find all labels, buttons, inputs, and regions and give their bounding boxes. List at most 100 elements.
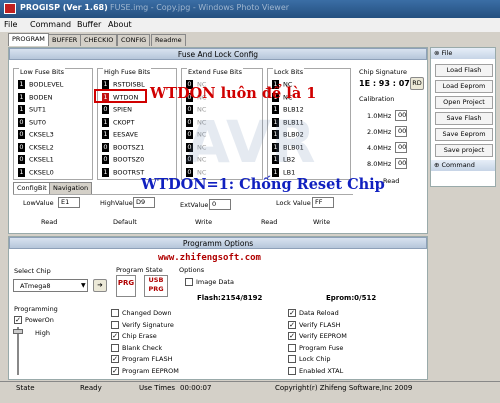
- write-lock-button[interactable]: Write: [313, 218, 330, 226]
- command-pane-header[interactable]: ⊕ Command: [431, 160, 495, 171]
- high-fuse-bit[interactable]: 1 BOOTRST: [102, 167, 144, 178]
- fuse-bit-label: CKSEL1: [29, 155, 54, 164]
- option-label: Program FLASH: [122, 355, 173, 363]
- low-fuse-bit[interactable]: 1 BODEN: [18, 92, 52, 103]
- power-slider-track[interactable]: [17, 327, 19, 375]
- low-fuse-bit[interactable]: 1 CKSEL0: [18, 167, 54, 178]
- option-checkbox[interactable]: Blank Check: [111, 343, 162, 354]
- option-checkbox[interactable]: Program Fuse: [288, 343, 343, 354]
- option-checkbox[interactable]: Changed Down: [111, 309, 172, 319]
- read-fuse-button[interactable]: Read: [41, 218, 57, 226]
- low-value-field[interactable]: E1: [58, 197, 80, 208]
- file-pane-title: File: [441, 49, 453, 57]
- tab-program[interactable]: PROGRAM: [8, 33, 49, 46]
- checkmark-icon[interactable]: ✓: [288, 309, 296, 317]
- chip-signature-label: Chip Signature: [359, 68, 408, 76]
- fuse-bit-value[interactable]: 1: [18, 167, 25, 177]
- high-value-field[interactable]: D9: [133, 197, 155, 208]
- app-icon: [4, 3, 16, 14]
- high-fuse-bit[interactable]: 0 BOOTSZ1: [102, 142, 144, 153]
- high-fuse-bit[interactable]: 0 BOOTSZ0: [102, 155, 144, 165]
- option-checkbox[interactable]: ✓ Verify EEPROM: [288, 332, 347, 342]
- power-on-checkbox[interactable]: ✓ PowerOn: [14, 316, 54, 326]
- checkbox-box[interactable]: [288, 366, 296, 375]
- fuse-bit-value[interactable]: 0: [102, 142, 109, 152]
- low-fuse-bit[interactable]: 0 CKSEL1: [18, 155, 54, 165]
- fuse-bit-value[interactable]: 0: [102, 105, 109, 114]
- save-project-button[interactable]: Save project: [435, 144, 493, 157]
- power-slider-thumb[interactable]: [13, 329, 23, 334]
- write-fuse-button[interactable]: Write: [195, 218, 212, 226]
- read-calibration-button[interactable]: Read: [383, 177, 399, 185]
- image-data-checkbox[interactable]: Image Data: [185, 278, 234, 288]
- option-checkbox[interactable]: ✓ Program FLASH: [111, 355, 172, 365]
- checkmark-icon[interactable]: ✓: [111, 355, 119, 363]
- read-lock-button[interactable]: Read: [261, 218, 277, 226]
- fuse-bit-value[interactable]: 1: [18, 92, 25, 102]
- option-checkbox[interactable]: ✓ Chip Erase: [111, 332, 157, 342]
- low-fuse-bit[interactable]: 1 SUT1: [18, 105, 46, 115]
- option-checkbox[interactable]: ✓ Program EEPROM: [111, 366, 179, 377]
- fuse-bit-value[interactable]: 1: [102, 117, 109, 127]
- fuse-bit-value[interactable]: 1: [18, 80, 25, 89]
- lock-value-field[interactable]: FF: [312, 197, 334, 208]
- open-project-button[interactable]: Open Project: [435, 96, 493, 109]
- tab-buffer[interactable]: BUFFER: [48, 34, 82, 46]
- checkbox-box[interactable]: [288, 343, 296, 352]
- option-checkbox[interactable]: ✓ Data Reload: [288, 309, 339, 319]
- fuse-bit-value[interactable]: 0: [18, 142, 25, 152]
- checkmark-icon[interactable]: ✓: [288, 332, 296, 340]
- high-fuse-bit[interactable]: 1 EESAVE: [102, 130, 138, 140]
- menu-file[interactable]: File: [4, 20, 17, 29]
- fuse-bit-value[interactable]: 0: [18, 117, 25, 127]
- high-fuse-bit[interactable]: 1 CKOPT: [102, 117, 134, 128]
- checkbox-box[interactable]: [288, 355, 296, 363]
- checkmark-icon[interactable]: ✓: [111, 332, 119, 340]
- save-eeprom-button[interactable]: Save Eeprom: [435, 128, 493, 141]
- load-eeprom-button[interactable]: Load Eeprom: [435, 80, 493, 93]
- default-fuse-button[interactable]: Default: [113, 218, 137, 226]
- option-checkbox[interactable]: Enabled XTAL: [288, 366, 343, 377]
- tab-checkio[interactable]: CHECKIO: [80, 34, 118, 46]
- high-fuse-bit[interactable]: 0 SPIEN: [102, 105, 132, 115]
- checkmark-icon[interactable]: ✓: [288, 320, 296, 329]
- option-checkbox[interactable]: ✓ Verify FLASH: [288, 320, 340, 331]
- fuse-bit-value[interactable]: 1: [102, 130, 109, 139]
- fuse-bit-value[interactable]: 0: [18, 155, 25, 164]
- menu-command[interactable]: Command: [30, 20, 71, 29]
- tab-config[interactable]: CONFIG: [117, 34, 151, 46]
- chip-select[interactable]: ATmega8 ▼: [13, 279, 88, 292]
- tab-readme[interactable]: Readme: [151, 34, 186, 46]
- low-fuse-bit[interactable]: 0 CKSEL2: [18, 142, 54, 153]
- fuse-bit-value[interactable]: 0: [18, 130, 25, 139]
- calibration-value-field[interactable]: 00: [395, 142, 407, 153]
- option-checkbox[interactable]: Verify Signature: [111, 320, 174, 331]
- ext-value-field[interactable]: 0: [209, 199, 231, 210]
- checkbox-box[interactable]: [111, 343, 119, 352]
- lock-value-label: Lock Value: [276, 199, 311, 207]
- expand-icon: ⊕: [434, 161, 442, 169]
- menu-buffer[interactable]: Buffer: [77, 20, 101, 29]
- low-fuse-bit[interactable]: 0 CKSEL3: [18, 130, 54, 140]
- save-flash-button[interactable]: Save Flash: [435, 112, 493, 125]
- fuse-bit-value[interactable]: 1: [102, 80, 109, 89]
- low-fuse-bit[interactable]: 1 BODLEVEL: [18, 80, 63, 90]
- fuse-bit-value[interactable]: 1: [18, 105, 25, 114]
- checkbox-box[interactable]: [111, 309, 119, 317]
- extend-fuse-title: Extend Fuse Bits: [187, 68, 243, 76]
- low-fuse-bit[interactable]: 0 SUT0: [18, 117, 46, 128]
- menu-about[interactable]: About: [108, 20, 132, 29]
- calibration-value-field[interactable]: 00: [395, 110, 407, 121]
- option-checkbox[interactable]: Lock Chip: [288, 355, 330, 365]
- read-signature-button[interactable]: RD: [410, 77, 424, 90]
- arrow-right-button[interactable]: ➔: [93, 279, 107, 292]
- checkmark-icon[interactable]: ✓: [111, 366, 119, 375]
- checkbox-box[interactable]: [111, 320, 119, 329]
- fuse-bit-value[interactable]: 0: [102, 155, 109, 164]
- load-flash-button[interactable]: Load Flash: [435, 64, 493, 77]
- tab-navigation[interactable]: Navigation: [49, 182, 93, 194]
- option-label: Changed Down: [122, 309, 172, 317]
- fuse-bit-value[interactable]: 1: [102, 167, 109, 177]
- calibration-value-field[interactable]: 00: [395, 158, 407, 169]
- calibration-value-field[interactable]: 00: [395, 126, 407, 137]
